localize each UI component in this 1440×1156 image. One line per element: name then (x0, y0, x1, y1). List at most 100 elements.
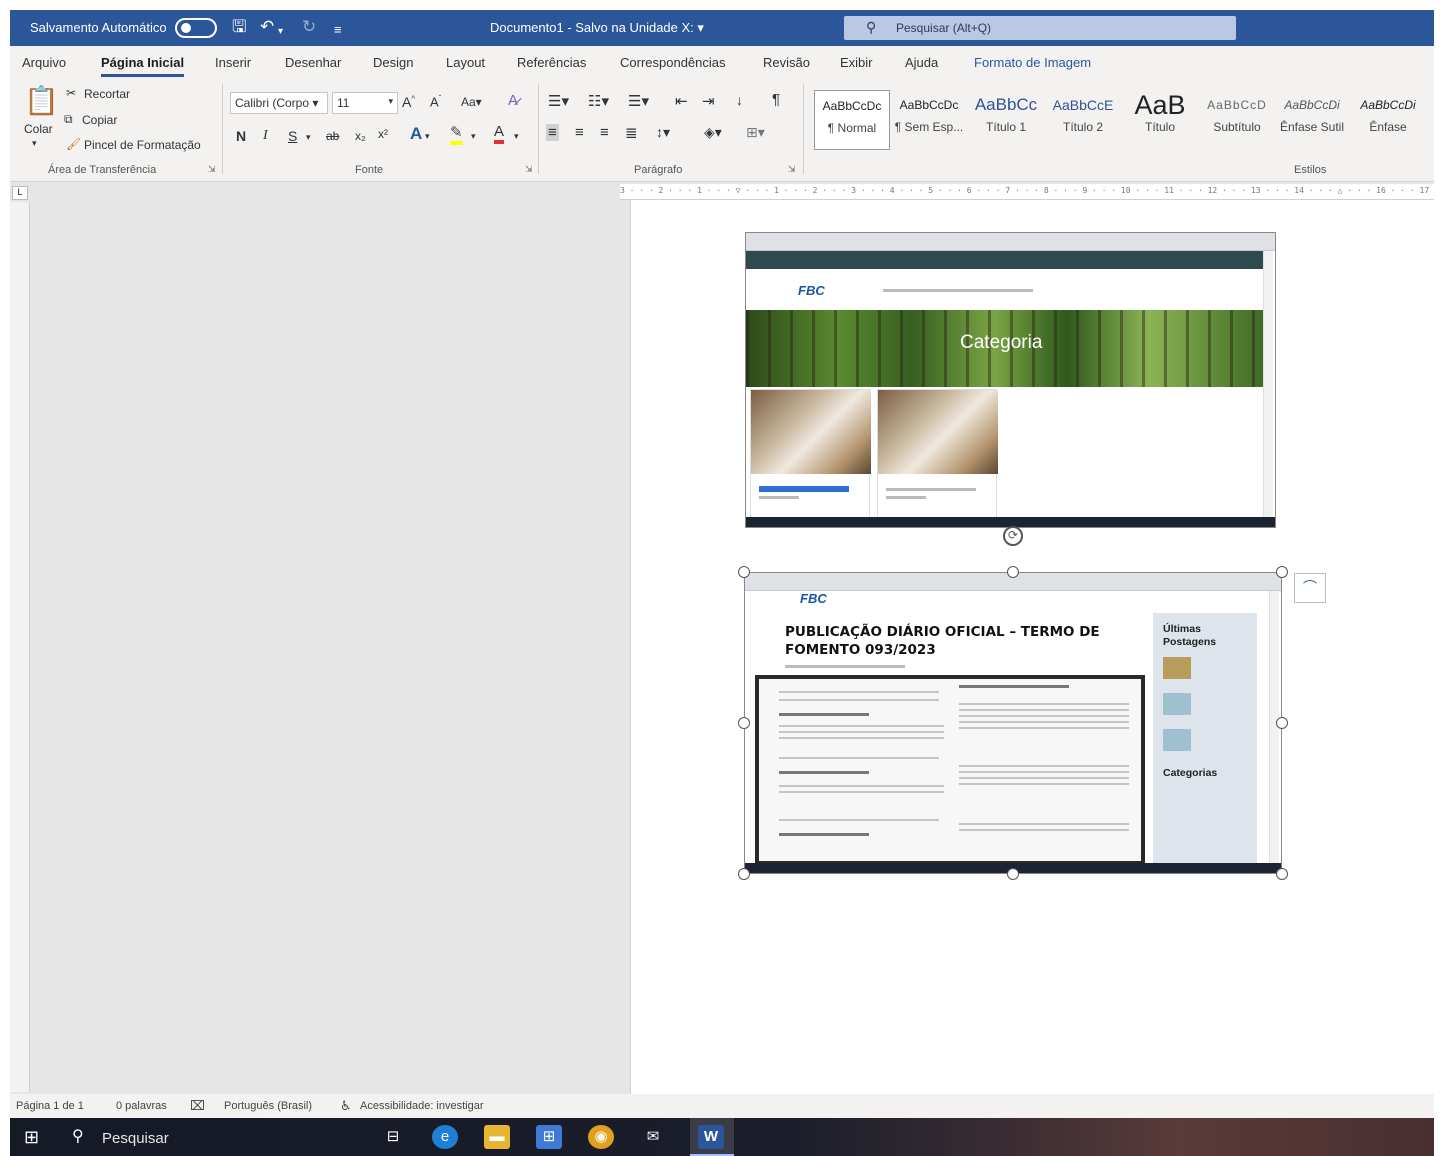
sort-icon[interactable]: ↓ (736, 92, 743, 108)
tab-referencias[interactable]: Referências (517, 55, 586, 70)
justify-icon[interactable]: ≣ (625, 124, 638, 142)
store-icon[interactable]: ⊞ (536, 1125, 562, 1149)
align-center-icon[interactable]: ≡ (575, 124, 584, 141)
undo-dropdown-icon[interactable]: ▾ (278, 22, 283, 42)
font-launcher-icon[interactable]: ⇲ (525, 164, 533, 175)
font-family-combo[interactable]: Calibri (Corpo ▾ (230, 92, 328, 114)
font-size-combo[interactable]: 11 ▾ (332, 92, 398, 114)
font-color-icon[interactable]: A (494, 124, 505, 144)
font-color-dropdown-icon[interactable]: ▾ (514, 131, 519, 142)
copy-icon[interactable]: ⧉ (64, 112, 73, 127)
undo-icon[interactable]: ↶ (260, 17, 274, 37)
grow-font-icon[interactable]: A^ (402, 94, 415, 110)
paste-icon[interactable]: 📋 (24, 86, 59, 116)
text-effects-dropdown-icon[interactable]: ▾ (425, 131, 430, 142)
tab-desenhar[interactable]: Desenhar (285, 55, 341, 70)
increase-indent-icon[interactable]: ⇥ (702, 92, 715, 110)
bullets-icon[interactable]: ☰▾ (548, 92, 569, 110)
tab-revisao[interactable]: Revisão (763, 55, 810, 70)
style-titulo-1[interactable]: AaBbCc Título 1 (968, 90, 1044, 150)
clear-formatting-icon[interactable]: A̷ (508, 92, 518, 109)
highlight-dropdown-icon[interactable]: ▾ (471, 131, 476, 142)
paste-label[interactable]: Colar (24, 122, 53, 136)
file-explorer-icon[interactable]: ▬ (484, 1125, 510, 1149)
style-sem-espacamento[interactable]: AaBbCcDc ¶ Sem Esp... (891, 90, 967, 150)
resize-handle[interactable] (1276, 566, 1288, 578)
tab-selector[interactable]: L (12, 186, 28, 200)
tab-formato-de-imagem[interactable]: Formato de Imagem (974, 55, 1091, 70)
copy-button[interactable]: Copiar (82, 113, 117, 127)
tab-ajuda[interactable]: Ajuda (905, 55, 938, 70)
resize-handle[interactable] (1007, 566, 1019, 578)
resize-handle[interactable] (738, 717, 750, 729)
align-right-icon[interactable]: ≡ (600, 124, 609, 141)
customize-qat-icon[interactable]: ≡ (334, 20, 342, 40)
format-painter-button[interactable]: Pincel de Formatação (84, 138, 201, 152)
resize-handle[interactable] (1007, 868, 1019, 880)
language[interactable]: Português (Brasil) (224, 1100, 312, 1112)
word-count[interactable]: 0 palavras (116, 1100, 167, 1112)
save-icon[interactable]: 🖫 (232, 17, 246, 37)
search-box[interactable]: ⚲ Pesquisar (Alt+Q) (844, 16, 1236, 40)
taskbar-search[interactable]: Pesquisar (102, 1130, 169, 1147)
style-enfase[interactable]: AaBbCcDi Ênfase (1350, 90, 1426, 150)
proofing-icon[interactable]: ⌧ (190, 1098, 205, 1114)
taskbar-search-icon[interactable]: ⚲ (72, 1127, 84, 1147)
embedded-image-1[interactable]: FBC Categoria (745, 232, 1276, 528)
edge-icon[interactable]: e (432, 1125, 458, 1149)
style-normal[interactable]: AaBbCcDc ¶ Normal (814, 90, 890, 150)
line-spacing-icon[interactable]: ↕▾ (656, 124, 670, 141)
strikethrough-icon[interactable]: ab (326, 129, 339, 143)
mail-icon[interactable]: ✉ (640, 1125, 666, 1149)
cut-icon[interactable]: ✂ (66, 86, 76, 100)
tab-exibir[interactable]: Exibir (840, 55, 873, 70)
clipboard-launcher-icon[interactable]: ⇲ (208, 164, 216, 175)
layout-options-icon[interactable]: ⌒ (1294, 573, 1326, 603)
superscript-icon[interactable]: x² (378, 127, 388, 141)
style-enfase-sutil[interactable]: AaBbCcDi Ênfase Sutil (1274, 90, 1350, 150)
tab-arquivo[interactable]: Arquivo (22, 55, 66, 70)
windows-start-icon[interactable]: ⊞ (24, 1127, 39, 1147)
horizontal-ruler[interactable]: 3 · · · 2 · · · 1 · · · ▽ · · · 1 · · · … (620, 184, 1434, 200)
underline-dropdown-icon[interactable]: ▾ (306, 132, 311, 143)
resize-handle[interactable] (738, 566, 750, 578)
numbering-icon[interactable]: ☷▾ (588, 92, 609, 110)
italic-button[interactable]: I (263, 128, 268, 144)
style-titulo-2[interactable]: AaBbCcE Título 2 (1045, 90, 1121, 150)
underline-button[interactable]: S (288, 128, 297, 144)
resize-handle[interactable] (1276, 717, 1288, 729)
bold-button[interactable]: N (236, 128, 246, 144)
multilevel-list-icon[interactable]: ☰▾ (628, 92, 649, 110)
word-icon[interactable]: W (698, 1125, 724, 1149)
text-effects-icon[interactable]: A (410, 124, 422, 144)
align-left-icon[interactable]: ≡ (546, 124, 559, 141)
paragraph-launcher-icon[interactable]: ⇲ (788, 164, 796, 175)
task-view-icon[interactable]: ⊟ (380, 1125, 406, 1149)
change-case-icon[interactable]: Aa▾ (461, 95, 482, 109)
redo-icon[interactable]: ↻ (302, 17, 316, 37)
tab-design[interactable]: Design (373, 55, 413, 70)
tab-pagina-inicial[interactable]: Página Inicial (101, 55, 185, 77)
autosave-toggle[interactable] (175, 18, 217, 38)
format-painter-icon[interactable]: 🖌 (66, 137, 81, 151)
tab-inserir[interactable]: Inserir (215, 55, 251, 70)
page-count[interactable]: Página 1 de 1 (16, 1100, 84, 1112)
shrink-font-icon[interactable]: Aˇ (430, 94, 441, 109)
resize-handle[interactable] (738, 868, 750, 880)
cut-button[interactable]: Recortar (84, 87, 130, 101)
highlight-icon[interactable]: ✎ (450, 125, 463, 145)
vertical-ruler[interactable] (10, 202, 30, 1092)
rotate-handle-icon[interactable]: ⟳ (1003, 526, 1023, 546)
borders-icon[interactable]: ⊞▾ (746, 124, 765, 141)
style-subtitulo[interactable]: AaBbCcD Subtítulo (1199, 90, 1275, 150)
tab-layout[interactable]: Layout (446, 55, 485, 70)
shading-icon[interactable]: ◈▾ (704, 124, 722, 141)
show-formatting-icon[interactable]: ¶ (772, 91, 780, 108)
chrome-icon[interactable]: ◉ (588, 1125, 614, 1149)
resize-handle[interactable] (1276, 868, 1288, 880)
embedded-image-2[interactable]: FBC PUBLICAÇÃO DIÁRIO OFICIAL – TERMO DE… (744, 572, 1282, 874)
tab-correspondencias[interactable]: Correspondências (620, 55, 726, 70)
paste-dropdown-icon[interactable]: ▾ (32, 138, 37, 149)
document-title[interactable]: Documento1 - Salvo na Unidade X: ▾ (490, 20, 704, 36)
accessibility-icon[interactable]: ♿ (340, 1098, 352, 1114)
